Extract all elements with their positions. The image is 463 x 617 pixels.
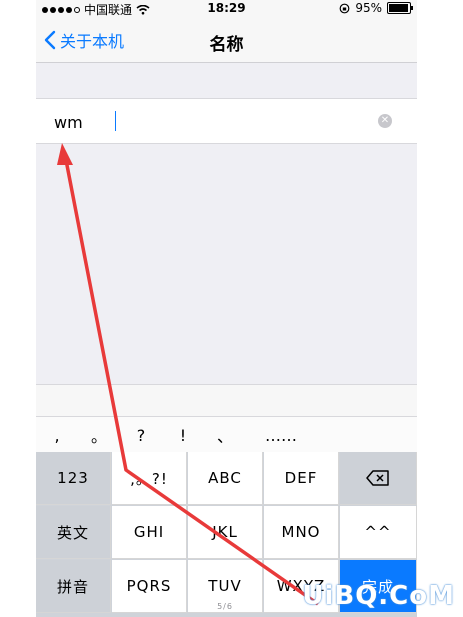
punct-key[interactable]: …… (246, 426, 316, 445)
status-bar: 中国联通 18:29 95% (36, 0, 417, 18)
backspace-icon (366, 470, 389, 486)
key-punctuation[interactable]: ,。?! (112, 452, 187, 505)
text-caret (115, 111, 116, 131)
key-pinyin[interactable]: 拼音 (36, 560, 111, 613)
key-mno[interactable]: MNO (264, 506, 339, 559)
battery-fill (389, 4, 408, 12)
delete-button[interactable] (340, 452, 417, 505)
punctuation-bar: , 。 ? ! 、 …… (36, 416, 417, 453)
punct-key[interactable]: ? (120, 426, 162, 445)
battery-icon (387, 2, 413, 14)
name-input[interactable] (52, 110, 356, 134)
punct-key[interactable]: , (36, 426, 78, 445)
page-title: 名称 (209, 35, 244, 55)
punct-key[interactable]: 。 (78, 423, 120, 447)
name-field-row: ✕ (36, 98, 417, 144)
key-jkl[interactable]: JKL (188, 506, 263, 559)
key-pqrs[interactable]: PQRS (112, 560, 187, 613)
key-tuv-sub: 5/6 (217, 602, 233, 611)
key-tuv[interactable]: TUV 5/6 (188, 560, 263, 613)
key-ghi[interactable]: GHI (112, 506, 187, 559)
orientation-lock-icon (339, 3, 350, 13)
clear-icon[interactable]: ✕ (378, 114, 392, 128)
punct-key[interactable]: ! (162, 426, 204, 445)
key-emoticon[interactable]: ^^ (340, 506, 417, 559)
nav-bar: 关于本机 名称 (36, 18, 417, 63)
keyboard-toolbar (36, 384, 417, 416)
key-tuv-label: TUV (208, 577, 242, 595)
watermark-logo: UiBQ.CoM (302, 581, 455, 611)
key-123[interactable]: 123 (36, 452, 111, 505)
phone-screen: 中国联通 18:29 95% 关于本机 名称 wm ✕ , 。 ? ! 、 ……… (36, 0, 417, 617)
key-abc[interactable]: ABC (188, 452, 263, 505)
battery-percent: 95% (355, 1, 382, 15)
punct-key[interactable]: 、 (204, 423, 246, 447)
key-def[interactable]: DEF (264, 452, 339, 505)
key-english[interactable]: 英文 (36, 506, 111, 559)
status-right: 95% (339, 1, 413, 15)
